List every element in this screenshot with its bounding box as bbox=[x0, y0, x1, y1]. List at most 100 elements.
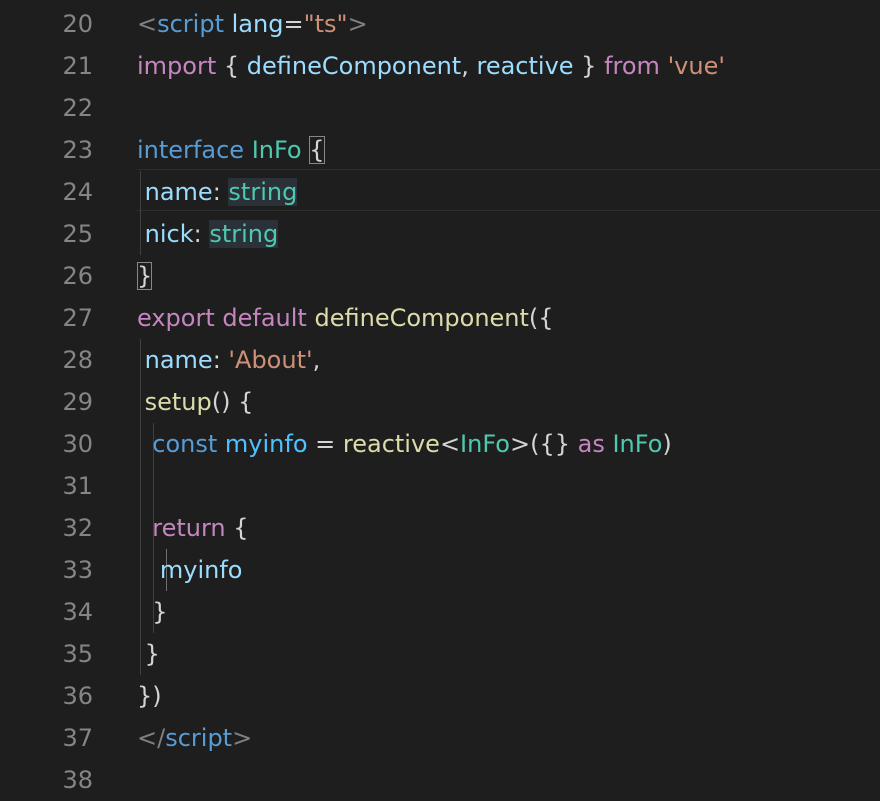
code-line[interactable]: 32 return { bbox=[0, 507, 880, 549]
code-token: nick bbox=[137, 220, 194, 248]
code-token: { bbox=[225, 514, 249, 542]
code-token: 'vue' bbox=[667, 52, 725, 80]
code-token: , bbox=[461, 52, 477, 80]
line-code: myinfo bbox=[137, 549, 243, 591]
code-token: name bbox=[137, 178, 213, 206]
code-line[interactable]: 25 nick: string bbox=[0, 213, 880, 255]
code-token: setup bbox=[137, 388, 212, 416]
code-token: : bbox=[212, 178, 229, 206]
code-token: name bbox=[137, 346, 213, 374]
code-line[interactable]: 35 } bbox=[0, 633, 880, 675]
code-line[interactable]: 22 bbox=[0, 87, 880, 129]
code-token: < bbox=[137, 10, 158, 38]
code-token: } bbox=[573, 52, 605, 80]
code-token: string bbox=[228, 178, 298, 206]
line-code: setup() { bbox=[137, 381, 254, 423]
code-line[interactable]: 30 const myinfo = reactive<InFo>({} as I… bbox=[0, 423, 880, 465]
code-line[interactable]: 21 import { defineComponent, reactive } f… bbox=[0, 45, 880, 87]
code-token: return bbox=[137, 514, 226, 542]
code-line[interactable]: 36}) bbox=[0, 675, 880, 717]
line-number: 24 bbox=[62, 178, 93, 206]
code-token: myinfo bbox=[224, 430, 308, 458]
line-code: </script> bbox=[137, 717, 252, 759]
code-token: "ts" bbox=[303, 10, 348, 38]
code-line[interactable]: 24 name: string bbox=[0, 171, 880, 213]
code-token: InFo bbox=[460, 430, 510, 458]
code-token: >({} bbox=[509, 430, 578, 458]
code-token: </ bbox=[137, 724, 166, 752]
line-code: export default defineComponent({ bbox=[137, 297, 554, 339]
line-code: import { defineComponent, reactive } fro… bbox=[137, 45, 725, 87]
code-token: interface bbox=[137, 136, 245, 164]
line-number: 27 bbox=[62, 304, 93, 332]
code-token: InFo bbox=[612, 430, 663, 458]
code-token: { bbox=[216, 52, 247, 80]
line-number: 28 bbox=[62, 346, 93, 374]
line-code: }) bbox=[137, 675, 162, 717]
code-line[interactable]: 27 export default defineComponent({ bbox=[0, 297, 880, 339]
code-token: ({ bbox=[528, 304, 554, 332]
line-code: const myinfo = reactive<InFo>({} as InFo… bbox=[137, 423, 672, 465]
code-token: > bbox=[347, 10, 368, 38]
code-line[interactable]: 28 name: 'About', bbox=[0, 339, 880, 381]
line-number: 35 bbox=[62, 640, 93, 668]
line-number: 29 bbox=[62, 388, 93, 416]
code-line[interactable]: 31 bbox=[0, 465, 880, 507]
code-token: script bbox=[165, 724, 233, 752]
code-token: from bbox=[604, 52, 660, 80]
line-code: } bbox=[137, 633, 160, 675]
code-line[interactable]: 23 interface InFo { bbox=[0, 129, 880, 171]
line-code: name: string bbox=[137, 171, 298, 213]
line-number: 25 bbox=[62, 220, 93, 248]
code-token: 'About' bbox=[228, 346, 313, 374]
code-token: reactive bbox=[476, 52, 574, 80]
line-code: nick: string bbox=[137, 213, 279, 255]
code-line[interactable]: 29 setup() { bbox=[0, 381, 880, 423]
code-token: script bbox=[157, 10, 224, 38]
code-token: defineComponent bbox=[246, 52, 462, 80]
code-token: ) bbox=[662, 430, 672, 458]
code-line[interactable]: 37 </script> bbox=[0, 717, 880, 759]
code-token: : bbox=[193, 220, 210, 248]
code-token: const bbox=[137, 430, 218, 458]
line-number: 34 bbox=[62, 598, 93, 626]
code-token: = bbox=[283, 10, 304, 38]
line-code: interface InFo { bbox=[137, 129, 325, 171]
code-line[interactable]: 20 <script lang="ts"> bbox=[0, 3, 880, 45]
line-number: 37 bbox=[62, 724, 93, 752]
code-token: reactive bbox=[342, 430, 440, 458]
line-number: 31 bbox=[62, 472, 93, 500]
line-number: 26 bbox=[62, 262, 93, 290]
code-token: } bbox=[137, 640, 160, 668]
code-token: lang bbox=[231, 10, 284, 38]
line-code: } bbox=[137, 255, 153, 297]
line-code: return { bbox=[137, 507, 249, 549]
code-line[interactable]: 34 } bbox=[0, 591, 880, 633]
line-number: 21 bbox=[62, 52, 93, 80]
code-token: < bbox=[439, 430, 461, 458]
code-line[interactable]: 33 myinfo bbox=[0, 549, 880, 591]
code-token: default bbox=[222, 304, 307, 332]
code-token: } bbox=[137, 262, 153, 290]
line-number: 33 bbox=[62, 556, 93, 584]
line-number: 22 bbox=[62, 94, 93, 122]
code-token: defineComponent bbox=[314, 304, 529, 332]
line-number: 20 bbox=[62, 10, 93, 38]
code-token: > bbox=[232, 724, 253, 752]
line-code: } bbox=[137, 591, 167, 633]
code-token: : bbox=[212, 346, 229, 374]
code-editor[interactable]: 20 <script lang="ts"> 21 import { defineCom… bbox=[0, 0, 880, 794]
code-token: myinfo bbox=[137, 556, 243, 584]
code-token: import bbox=[137, 52, 217, 80]
line-code: <script lang="ts"> bbox=[137, 3, 368, 45]
code-line[interactable]: 38 bbox=[0, 759, 880, 801]
code-line[interactable]: 26} bbox=[0, 255, 880, 297]
line-number: 38 bbox=[62, 766, 93, 794]
line-number: 36 bbox=[62, 682, 93, 710]
code-token: () { bbox=[211, 388, 254, 416]
code-token: string bbox=[209, 220, 279, 248]
code-token: { bbox=[309, 136, 325, 164]
